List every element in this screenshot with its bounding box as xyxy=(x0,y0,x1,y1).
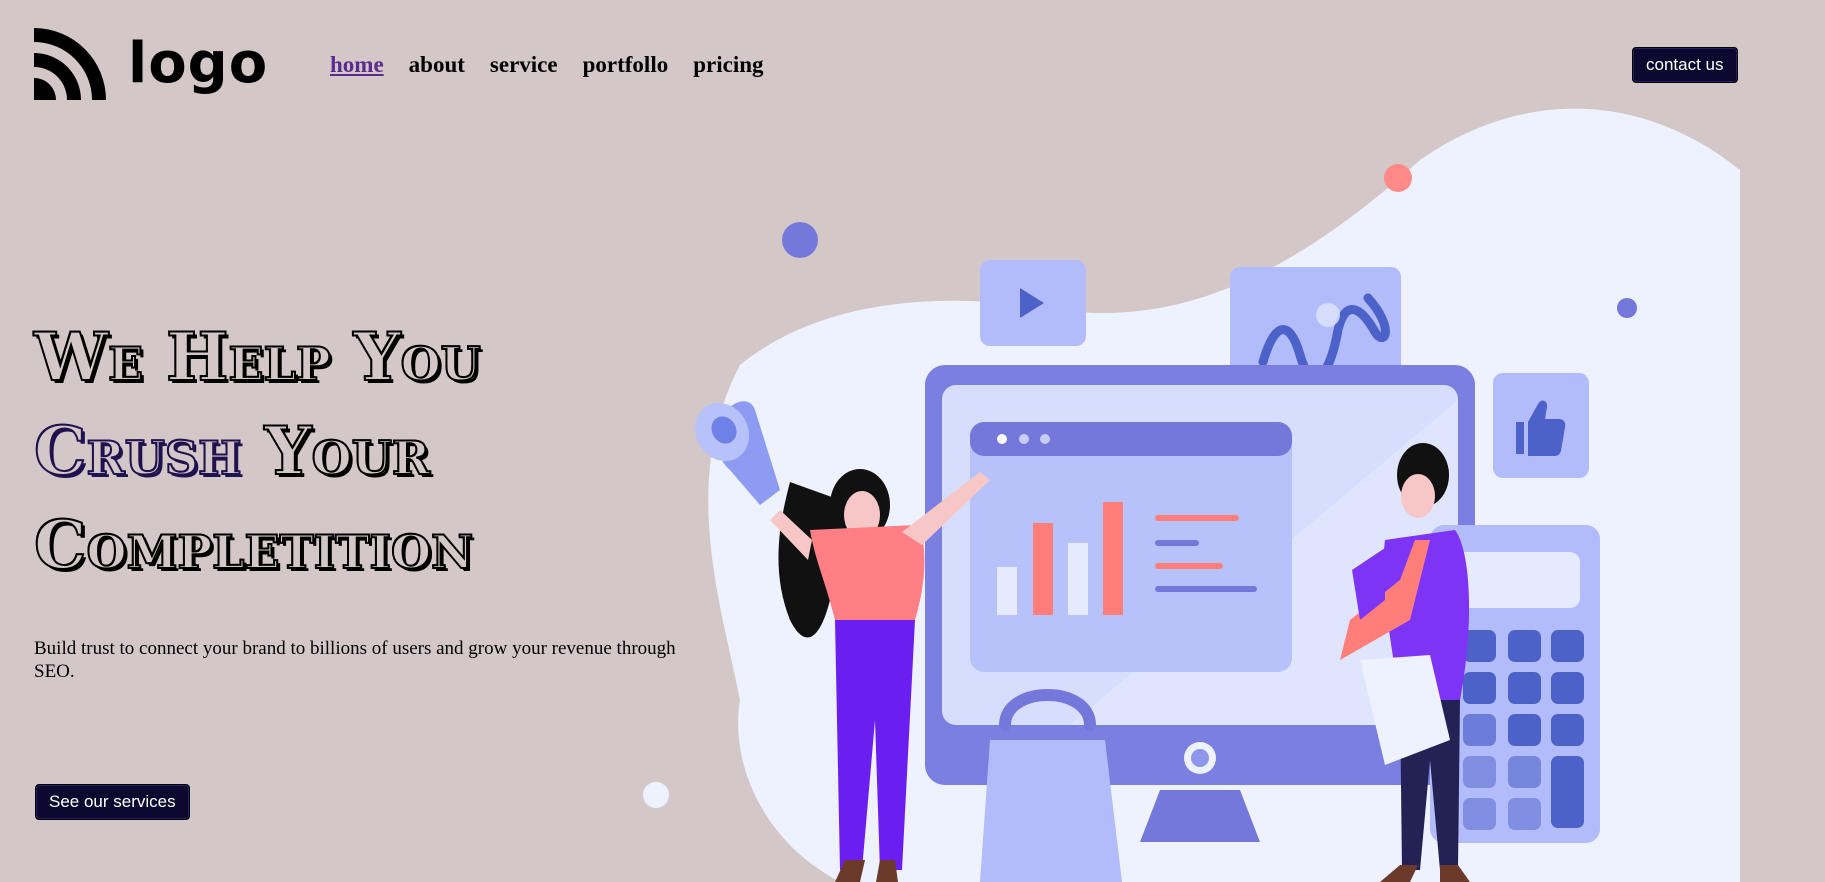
headline-line-1: We Help You xyxy=(33,317,482,397)
dot-coral xyxy=(1384,164,1412,192)
digital-marketing-illustration xyxy=(643,108,1740,882)
dashboard-window xyxy=(970,422,1292,672)
nav-home[interactable]: home xyxy=(330,52,384,78)
nav-portfolio[interactable]: portfollo xyxy=(583,52,669,78)
logo-text: logo xyxy=(128,31,269,96)
nav-service[interactable]: service xyxy=(490,52,558,78)
headline-line-3: Completition xyxy=(33,505,474,585)
hero-subtitle: Build trust to connect your brand to bil… xyxy=(34,638,676,682)
bar-1 xyxy=(997,567,1017,615)
dot-purple-large xyxy=(782,222,818,258)
headline-line-2-rest: Your xyxy=(264,411,432,491)
contact-us-button[interactable]: contact us xyxy=(1632,47,1738,83)
monitor-stand xyxy=(1140,790,1260,842)
main-nav: home about service portfollo pricing xyxy=(330,52,764,78)
dot-light xyxy=(643,782,669,808)
nav-pricing[interactable]: pricing xyxy=(693,52,763,78)
bar-2 xyxy=(1033,523,1053,615)
nav-about[interactable]: about xyxy=(409,52,465,78)
signal-arcs-icon xyxy=(34,28,106,100)
bar-3 xyxy=(1068,543,1088,615)
headline-accent-word: Crush xyxy=(33,411,243,491)
dot-purple-small xyxy=(1617,298,1637,318)
hero-headline: We Help You Crush Your Completition xyxy=(33,310,482,592)
logo[interactable]: logo xyxy=(34,28,268,100)
bar-4 xyxy=(1103,502,1123,615)
see-services-button[interactable]: See our services xyxy=(35,784,190,820)
